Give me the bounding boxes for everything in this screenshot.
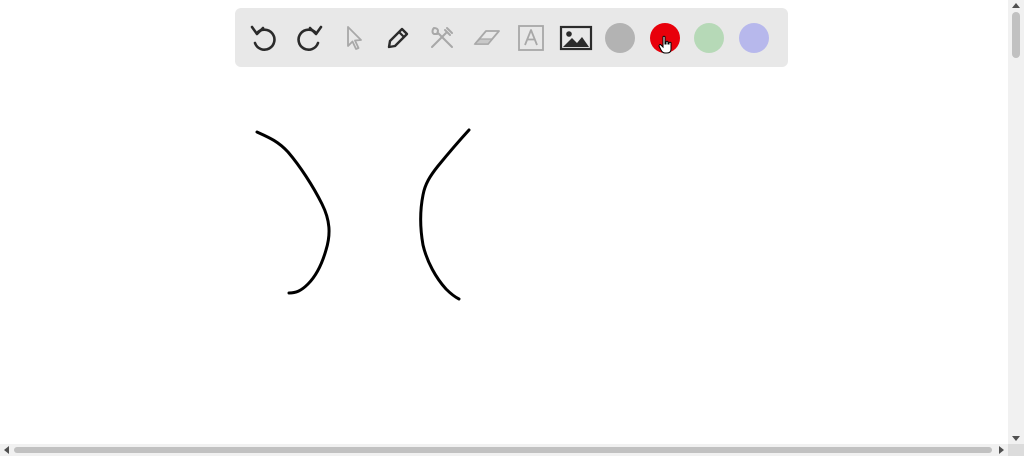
redo-icon (296, 25, 322, 51)
redo-button[interactable] (290, 19, 328, 57)
tools-icon (431, 26, 453, 48)
drawing-toolbar (235, 8, 788, 67)
image-icon (559, 25, 592, 50)
select-tool-button[interactable] (334, 19, 372, 57)
hand-cursor-icon (657, 35, 671, 53)
stroke-right-paren (255, 130, 331, 295)
color-swatch-red[interactable] (646, 19, 684, 57)
eraser-tool-button[interactable] (468, 19, 506, 57)
undo-button[interactable] (245, 19, 283, 57)
text-icon (518, 24, 544, 51)
scroll-right-icon[interactable] (999, 446, 1004, 454)
color-swatch-gray[interactable] (601, 19, 639, 57)
color-dot-green (694, 22, 724, 53)
image-tool-button[interactable] (557, 19, 595, 57)
scroll-up-icon[interactable] (1012, 3, 1020, 8)
tools-button[interactable] (423, 19, 461, 57)
undo-icon (250, 25, 276, 51)
scroll-left-icon[interactable] (4, 446, 9, 454)
horizontal-scrollbar[interactable] (0, 444, 1008, 456)
color-dot-blue (738, 22, 769, 53)
pointer-icon (347, 25, 362, 50)
scroll-down-icon[interactable] (1012, 436, 1020, 441)
vertical-scrollbar[interactable] (1008, 0, 1024, 444)
pencil-icon (387, 27, 408, 48)
stroke-left-paren (419, 128, 471, 301)
scrollbar-corner (1008, 444, 1024, 456)
color-swatch-green[interactable] (690, 19, 728, 57)
vertical-scroll-thumb[interactable] (1012, 12, 1020, 58)
eraser-icon (473, 29, 500, 45)
color-dot-gray (605, 22, 635, 53)
horizontal-scroll-thumb[interactable] (14, 447, 992, 453)
color-swatch-blue[interactable] (735, 19, 773, 57)
text-tool-button[interactable] (512, 19, 550, 57)
pencil-tool-button[interactable] (379, 19, 417, 57)
